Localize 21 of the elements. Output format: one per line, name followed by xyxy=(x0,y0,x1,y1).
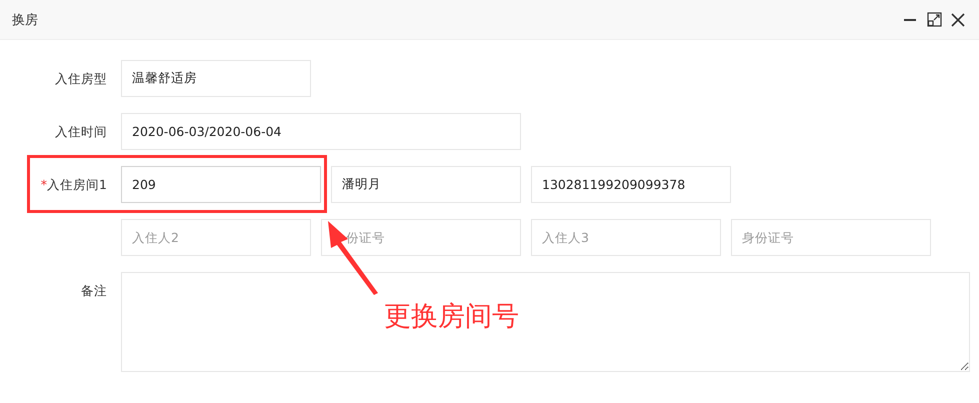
field-label: 入住房型 xyxy=(54,70,108,88)
input-field[interactable]: 209 xyxy=(121,166,321,203)
input-field[interactable]: 温馨舒适房 xyxy=(121,60,311,97)
input-field[interactable]: 潘明月 xyxy=(331,166,521,203)
input-field[interactable]: 入住人2 xyxy=(121,219,311,256)
close-icon xyxy=(951,12,965,26)
maximize-icon xyxy=(926,12,942,27)
input-field[interactable]: 份证号 xyxy=(321,219,521,256)
field-label: *入住房间1 xyxy=(40,176,108,194)
remark-field[interactable] xyxy=(121,272,970,372)
input-field[interactable]: 2020-06-03/2020-06-04 xyxy=(121,113,521,150)
input-field[interactable]: 身份证号 xyxy=(731,219,931,256)
window-title: 换房 xyxy=(12,12,39,28)
field-label: 入住时间 xyxy=(54,123,108,141)
input-field[interactable]: 入住人3 xyxy=(531,219,721,256)
annotation-text: 更换房间号 xyxy=(384,300,519,334)
minimize-icon xyxy=(904,18,916,20)
input-field[interactable]: 130281199209099378 xyxy=(531,166,731,203)
field-label: 备注 xyxy=(80,282,108,300)
maximize-button[interactable] xyxy=(925,10,943,28)
close-button[interactable] xyxy=(949,10,967,28)
